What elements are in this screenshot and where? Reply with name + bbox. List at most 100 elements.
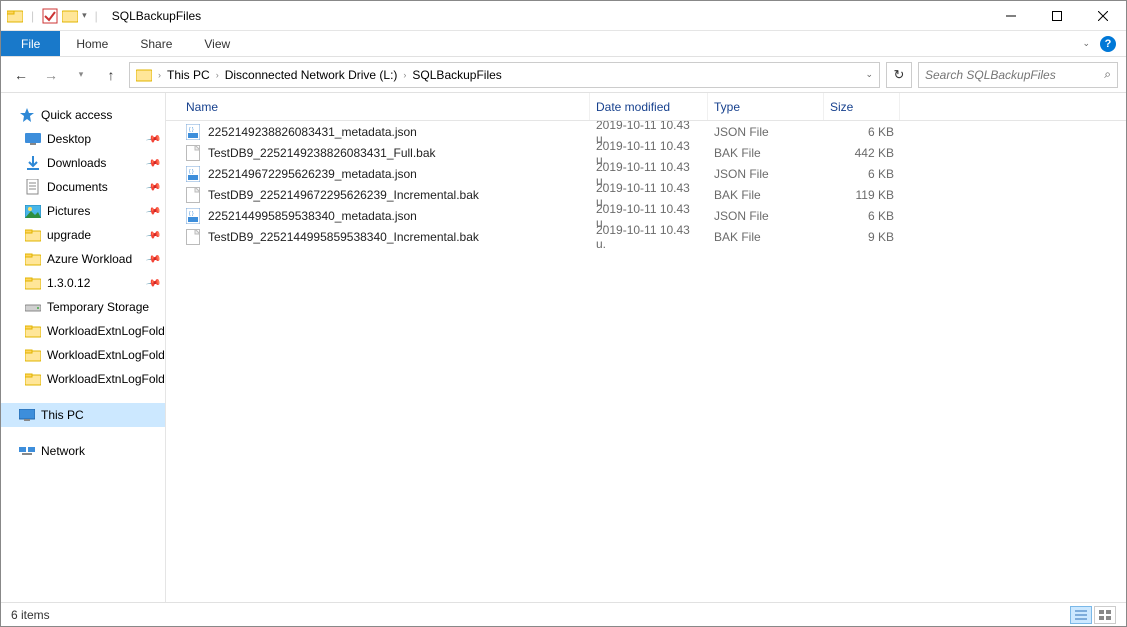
- svg-text:{ }: { }: [189, 211, 194, 217]
- minimize-button[interactable]: [988, 1, 1034, 31]
- status-bar: 6 items: [1, 602, 1126, 626]
- folder-icon: [25, 227, 41, 243]
- sidebar-item[interactable]: Documents📌: [1, 175, 165, 199]
- pin-icon: 📌: [145, 275, 162, 291]
- view-thumbnails-button[interactable]: [1094, 606, 1116, 624]
- pin-icon: 📌: [145, 251, 162, 267]
- sidebar-item[interactable]: Downloads📌: [1, 151, 165, 175]
- column-header-date[interactable]: Date modified: [590, 93, 708, 120]
- svg-text:{ }: { }: [189, 127, 194, 133]
- sidebar-item[interactable]: WorkloadExtnLogFolder: [1, 343, 165, 367]
- file-size: 119 KB: [824, 188, 900, 202]
- nav-forward-button[interactable]: →: [39, 63, 63, 87]
- sidebar-item-label: WorkloadExtnLogFolder: [47, 324, 166, 338]
- crumb-sep-icon[interactable]: ›: [216, 70, 219, 80]
- file-name: 2252144995859538340_metadata.json: [208, 209, 417, 223]
- sidebar-item-label: Desktop: [47, 132, 91, 146]
- title-bar: | ▾ | SQLBackupFiles: [1, 1, 1126, 31]
- nav-up-button[interactable]: ↑: [99, 63, 123, 87]
- file-type: JSON File: [708, 209, 824, 223]
- file-icon: { }: [186, 166, 202, 182]
- breadcrumb-folder[interactable]: SQLBackupFiles: [408, 63, 505, 87]
- navigation-pane: Quick access Desktop📌Downloads📌Documents…: [1, 93, 166, 602]
- app-folder-icon: [7, 8, 23, 24]
- file-icon: [186, 187, 202, 203]
- sidebar-item[interactable]: Desktop 📌: [1, 127, 165, 151]
- title-sep-2: |: [95, 9, 98, 23]
- nav-label: This PC: [41, 408, 84, 422]
- sidebar-item[interactable]: Azure Workload📌: [1, 247, 165, 271]
- pin-icon: 📌: [145, 131, 162, 147]
- network-icon: [19, 443, 35, 459]
- nav-this-pc[interactable]: This PC: [1, 403, 165, 427]
- nav-label: Network: [41, 444, 85, 458]
- ribbon-tab-share[interactable]: Share: [124, 31, 188, 56]
- column-label: Size: [830, 100, 853, 114]
- column-header-size[interactable]: Size: [824, 93, 900, 120]
- quick-access-star-icon: [19, 107, 35, 123]
- documents-icon: [25, 179, 41, 195]
- search-input[interactable]: [925, 68, 1104, 82]
- ribbon-tab-file[interactable]: File: [1, 31, 60, 56]
- maximize-button[interactable]: [1034, 1, 1080, 31]
- refresh-button[interactable]: ↻: [886, 62, 912, 88]
- sidebar-item[interactable]: Temporary Storage: [1, 295, 165, 319]
- address-bar[interactable]: › This PC › Disconnected Network Drive (…: [129, 62, 880, 88]
- file-name: TestDB9_2252144995859538340_Incremental.…: [208, 230, 479, 244]
- pin-icon: 📌: [145, 227, 162, 243]
- crumb-sep-icon[interactable]: ›: [158, 70, 161, 80]
- column-label: Date modified: [596, 100, 670, 114]
- sidebar-item[interactable]: upgrade📌: [1, 223, 165, 247]
- column-header-name[interactable]: Name: [180, 93, 590, 120]
- file-icon: [186, 229, 202, 245]
- file-name: 2252149238826083431_metadata.json: [208, 125, 417, 139]
- crumb-sep-icon[interactable]: ›: [403, 70, 406, 80]
- file-icon: [186, 145, 202, 161]
- file-name: TestDB9_2252149238826083431_Full.bak: [208, 146, 436, 160]
- folder-icon: [25, 251, 41, 267]
- sidebar-item-label: Pictures: [47, 204, 90, 218]
- svg-text:{ }: { }: [189, 169, 194, 175]
- address-history-dropdown[interactable]: ⌄: [865, 69, 873, 80]
- sidebar-item[interactable]: Pictures 📌: [1, 199, 165, 223]
- nav-network[interactable]: Network: [1, 439, 165, 463]
- help-icon[interactable]: ?: [1100, 36, 1116, 52]
- nav-recent-dropdown[interactable]: ▾: [69, 63, 93, 87]
- qat-folder-icon[interactable]: [62, 8, 78, 24]
- qat-checked-icon[interactable]: [42, 8, 58, 24]
- file-row[interactable]: TestDB9_2252144995859538340_Incremental.…: [166, 226, 1126, 247]
- nav-back-button[interactable]: ←: [9, 63, 33, 87]
- status-item-count: 6 items: [11, 608, 50, 622]
- breadcrumb-drive[interactable]: Disconnected Network Drive (L:): [221, 63, 402, 87]
- qat-dropdown-icon[interactable]: ▾: [82, 10, 87, 21]
- close-button[interactable]: [1080, 1, 1126, 31]
- pictures-icon: [25, 203, 41, 219]
- sidebar-item-label: 1.3.0.12: [47, 276, 90, 290]
- file-type: BAK File: [708, 188, 824, 202]
- sidebar-item[interactable]: WorkloadExtnLogFolder: [1, 367, 165, 391]
- ribbon-tab-home[interactable]: Home: [60, 31, 124, 56]
- nav-quick-access[interactable]: Quick access: [1, 103, 165, 127]
- nav-label: Quick access: [41, 108, 112, 122]
- file-type: BAK File: [708, 146, 824, 160]
- sidebar-item-label: Downloads: [47, 156, 106, 170]
- address-folder-icon: [136, 67, 152, 83]
- file-list-view: Name Date modified Type Size { } 22521492…: [166, 93, 1126, 602]
- ribbon-tab-view[interactable]: View: [188, 31, 246, 56]
- breadcrumb-label: Disconnected Network Drive (L:): [225, 68, 398, 82]
- ribbon-collapse-icon[interactable]: ⌄: [1082, 38, 1090, 49]
- search-box[interactable]: ⌕: [918, 62, 1118, 88]
- sidebar-item[interactable]: WorkloadExtnLogFolder: [1, 319, 165, 343]
- column-header-type[interactable]: Type: [708, 93, 824, 120]
- sidebar-item[interactable]: 1.3.0.12 📌: [1, 271, 165, 295]
- breadcrumb-this-pc[interactable]: This PC: [163, 63, 214, 87]
- file-icon: { }: [186, 208, 202, 224]
- downloads-icon: [25, 155, 41, 171]
- file-type: JSON File: [708, 125, 824, 139]
- search-icon[interactable]: ⌕: [1104, 67, 1111, 82]
- pin-icon: 📌: [145, 179, 162, 195]
- view-details-button[interactable]: [1070, 606, 1092, 624]
- column-label: Type: [714, 100, 740, 114]
- pin-icon: 📌: [145, 203, 162, 219]
- nav-row: ← → ▾ ↑ › This PC › Disconnected Network…: [1, 57, 1126, 93]
